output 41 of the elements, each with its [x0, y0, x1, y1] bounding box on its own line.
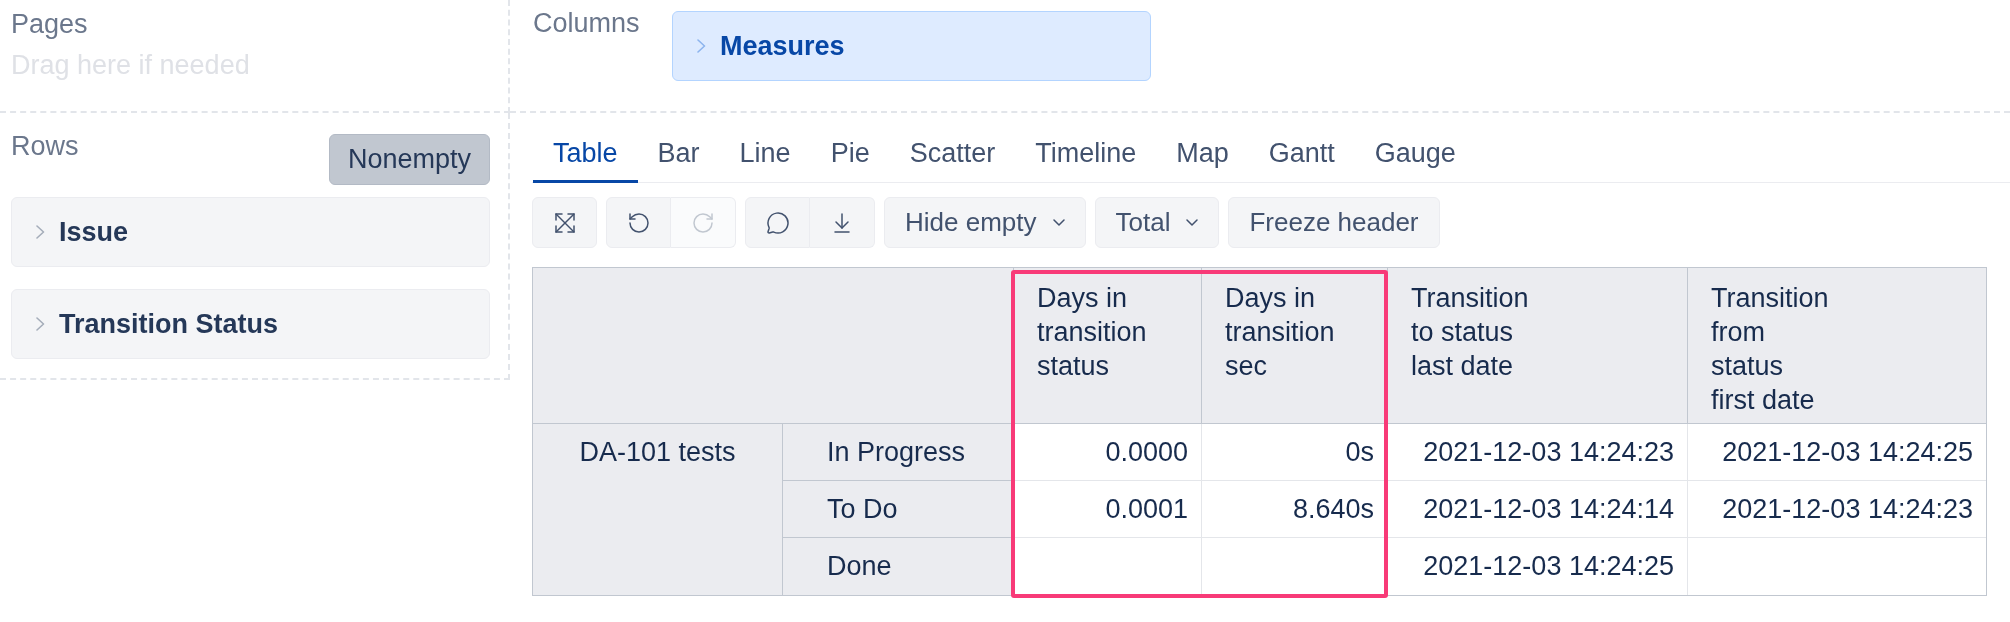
- toolbar-button[interactable]: Freeze header: [1228, 197, 1440, 248]
- section-label: Pages: [11, 8, 88, 40]
- download-button[interactable]: [810, 197, 875, 248]
- section-label: Columns: [533, 7, 641, 39]
- comment-button[interactable]: [745, 197, 810, 248]
- view-tab[interactable]: Gantt: [1248, 125, 1355, 183]
- view-tab[interactable]: Map: [1156, 125, 1249, 183]
- speech-bubble-icon: [765, 210, 790, 235]
- view-tab[interactable]: Bar: [637, 125, 720, 183]
- redo-icon: [691, 210, 715, 235]
- expand-arrows-icon: [553, 211, 576, 234]
- dropdown-button[interactable]: Hide empty: [884, 197, 1086, 248]
- field-chip[interactable]: Issue: [11, 197, 490, 267]
- table-cell: 2021-12-03 14:24:23: [1388, 424, 1688, 481]
- view-tab[interactable]: Timeline: [1015, 125, 1157, 183]
- section-label: Rows: [11, 130, 79, 162]
- column-header: Days in transition status: [1014, 268, 1202, 424]
- field-chip[interactable]: Measures: [672, 11, 1151, 81]
- dropdown-button[interactable]: Total: [1094, 197, 1220, 248]
- view-tab[interactable]: Line: [719, 125, 811, 183]
- table-cell: 0.0001: [1014, 481, 1202, 538]
- chevron-down-icon: [1186, 219, 1199, 226]
- row-header: To Do: [783, 481, 1014, 538]
- view-tab[interactable]: Scatter: [889, 125, 1016, 183]
- chevron-down-icon: [1052, 219, 1065, 226]
- field-chip[interactable]: Transition Status: [11, 289, 490, 359]
- column-header: Transition from status first date: [1688, 268, 1986, 424]
- view-tab[interactable]: Pie: [810, 125, 890, 183]
- row-header: Done: [783, 538, 1014, 595]
- column-header: Transition to status last date: [1388, 268, 1688, 424]
- undo-button[interactable]: [606, 197, 671, 248]
- view-tab[interactable]: Table: [533, 125, 638, 183]
- column-header: Days in transition sec: [1202, 268, 1388, 424]
- row-header: In Progress: [783, 424, 1014, 481]
- expand-button[interactable]: [532, 197, 597, 248]
- row-header: DA-101 tests: [533, 424, 783, 595]
- view-tab[interactable]: Gauge: [1354, 125, 1476, 183]
- table-cell: 2021-12-03 14:24:14: [1388, 481, 1688, 538]
- undo-icon: [626, 210, 651, 235]
- toggle-button[interactable]: Nonempty: [328, 134, 490, 185]
- table-cell: 0.0000: [1014, 424, 1202, 481]
